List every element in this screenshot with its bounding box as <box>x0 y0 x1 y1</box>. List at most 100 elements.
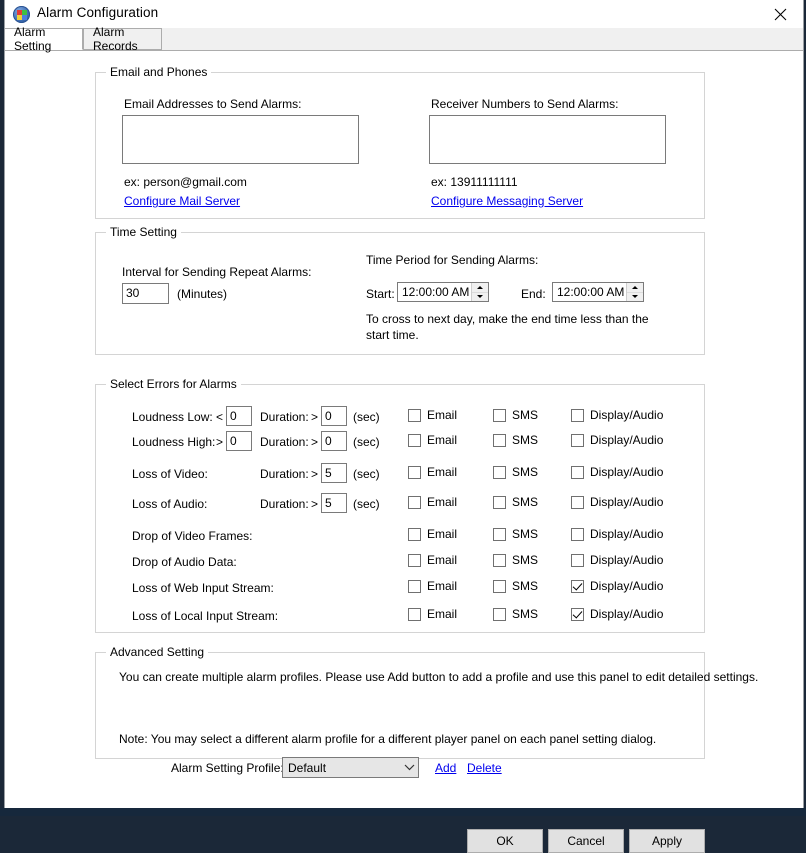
checkbox-box[interactable] <box>493 553 506 567</box>
checkbox-sms[interactable]: SMS <box>493 465 538 479</box>
tab-alarm-setting[interactable]: Alarm Setting <box>5 25 83 53</box>
ok-button[interactable]: OK <box>467 829 543 853</box>
checkbox-box[interactable] <box>408 465 421 479</box>
error-row-label: Loudness High: <box>132 435 216 449</box>
checkbox-sms[interactable]: SMS <box>493 408 538 422</box>
desktop-bottom-strip <box>0 808 806 816</box>
checkbox-sms[interactable]: SMS <box>493 553 538 567</box>
checkbox-display-audio[interactable]: Display/Audio <box>571 527 663 541</box>
start-time-spin-up-icon[interactable] <box>472 283 488 293</box>
checkbox-sms-label: SMS <box>512 495 539 509</box>
checkbox-box[interactable] <box>408 408 421 422</box>
checkbox-box[interactable] <box>571 553 584 567</box>
tab-alarm-setting-label: Alarm Setting <box>14 25 52 53</box>
start-label: Start: <box>366 287 395 301</box>
checkbox-sms-label: SMS <box>512 408 539 422</box>
checkbox-email-label: Email <box>427 553 458 567</box>
checkbox-box[interactable] <box>493 579 506 593</box>
error-row-label: Loss of Video: <box>132 467 208 481</box>
end-time-spinner[interactable]: 12:00:00 AM <box>552 282 644 302</box>
checkbox-email[interactable]: Email <box>408 433 457 447</box>
time-hint-line-2: start time. <box>366 328 419 342</box>
checkbox-box[interactable] <box>571 433 584 447</box>
checkbox-sms[interactable]: SMS <box>493 433 538 447</box>
threshold-input[interactable]: 0 <box>226 431 252 451</box>
checkbox-display-audio[interactable]: Display/Audio <box>571 607 663 621</box>
configure-mail-server-link[interactable]: Configure Mail Server <box>124 194 240 208</box>
tab-alarm-records[interactable]: Alarm Records <box>83 25 162 53</box>
checkbox-box[interactable] <box>408 433 421 447</box>
interval-input[interactable]: 30 <box>122 283 169 304</box>
checkbox-display-audio[interactable]: Display/Audio <box>571 433 663 447</box>
error-row-label: Loudness Low: <box>132 410 213 424</box>
checkbox-display-audio[interactable]: Display/Audio <box>571 495 663 509</box>
duration-units-label: (sec) <box>353 410 380 424</box>
checkbox-email[interactable]: Email <box>408 495 457 509</box>
duration-input[interactable]: 5 <box>321 493 347 513</box>
checkbox-email[interactable]: Email <box>408 579 457 593</box>
duration-input[interactable]: 0 <box>321 431 347 451</box>
duration-label: Duration: <box>260 467 309 481</box>
configure-messaging-server-link[interactable]: Configure Messaging Server <box>431 194 583 208</box>
checkbox-display-audio-label: Display/Audio <box>590 607 664 621</box>
checkbox-box[interactable] <box>571 495 584 509</box>
checkbox-box[interactable] <box>493 408 506 422</box>
email-addresses-input[interactable] <box>122 115 359 164</box>
checkmark-icon[interactable] <box>571 607 584 621</box>
checkbox-sms[interactable]: SMS <box>493 607 538 621</box>
end-time-value: 12:00:00 AM <box>557 285 625 299</box>
checkbox-display-audio[interactable]: Display/Audio <box>571 579 663 593</box>
apply-button[interactable]: Apply <box>629 829 705 853</box>
email-addresses-label: Email Addresses to Send Alarms: <box>124 97 302 111</box>
checkbox-email[interactable]: Email <box>408 553 457 567</box>
end-time-spin-up-icon[interactable] <box>627 283 643 293</box>
receiver-example-text: ex: 13911111111 <box>431 175 518 189</box>
start-time-spinner[interactable]: 12:00:00 AM <box>397 282 489 302</box>
tab-strip-filler <box>162 28 803 50</box>
checkbox-box[interactable] <box>408 579 421 593</box>
checkbox-display-audio-label: Display/Audio <box>590 527 664 541</box>
checkbox-email[interactable]: Email <box>408 607 457 621</box>
threshold-input[interactable]: 0 <box>226 406 252 426</box>
receiver-numbers-input[interactable] <box>429 115 666 164</box>
checkbox-box[interactable] <box>493 607 506 621</box>
cancel-button[interactable]: Cancel <box>548 829 624 853</box>
checkbox-box[interactable] <box>571 527 584 541</box>
title-bar: Alarm Configuration <box>5 0 803 28</box>
checkbox-sms[interactable]: SMS <box>493 527 538 541</box>
tab-content-alarm-setting: Email and Phones Email Addresses to Send… <box>5 51 803 853</box>
checkbox-box[interactable] <box>408 553 421 567</box>
checkmark-icon[interactable] <box>571 579 584 593</box>
checkbox-box[interactable] <box>493 495 506 509</box>
checkbox-email[interactable]: Email <box>408 465 457 479</box>
checkbox-display-audio-label: Display/Audio <box>590 579 664 593</box>
advanced-note: Note: You may select a different alarm p… <box>119 732 657 746</box>
checkbox-display-audio[interactable]: Display/Audio <box>571 465 663 479</box>
checkbox-box[interactable] <box>571 408 584 422</box>
end-time-spin-down-icon[interactable] <box>627 293 643 302</box>
checkbox-box[interactable] <box>493 465 506 479</box>
add-profile-link[interactable]: Add <box>435 761 456 775</box>
checkbox-box[interactable] <box>571 465 584 479</box>
duration-comparator: > <box>311 435 319 449</box>
close-icon[interactable] <box>757 0 803 28</box>
delete-profile-link[interactable]: Delete <box>467 761 502 775</box>
checkbox-email[interactable]: Email <box>408 527 457 541</box>
checkbox-email-label: Email <box>427 495 458 509</box>
checkbox-sms[interactable]: SMS <box>493 495 538 509</box>
checkbox-box[interactable] <box>493 433 506 447</box>
checkbox-box[interactable] <box>493 527 506 541</box>
start-time-spin-down-icon[interactable] <box>472 293 488 302</box>
checkbox-sms[interactable]: SMS <box>493 579 538 593</box>
checkbox-email[interactable]: Email <box>408 408 457 422</box>
checkbox-display-audio[interactable]: Display/Audio <box>571 553 663 567</box>
duration-input[interactable]: 5 <box>321 463 347 483</box>
group-email-and-phones-legend: Email and Phones <box>106 65 212 79</box>
checkbox-box[interactable] <box>408 607 421 621</box>
checkbox-box[interactable] <box>408 527 421 541</box>
alarm-setting-profile-select[interactable]: Default <box>282 757 419 778</box>
duration-input[interactable]: 0 <box>321 406 347 426</box>
checkbox-box[interactable] <box>408 495 421 509</box>
alarm-configuration-window: Alarm Configuration Alarm Setting Alarm … <box>4 0 804 853</box>
checkbox-display-audio[interactable]: Display/Audio <box>571 408 663 422</box>
